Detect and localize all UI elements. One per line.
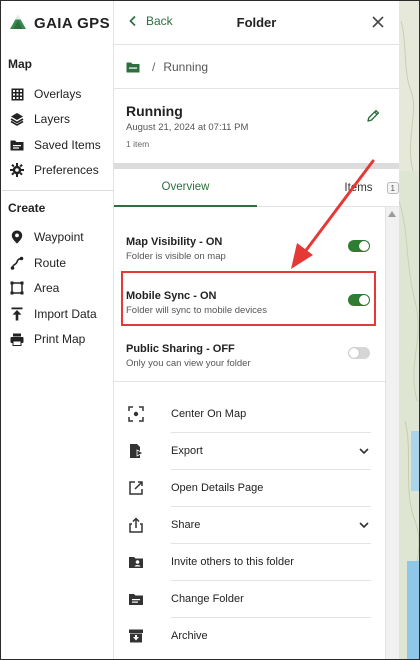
sidebar-item-label: Saved Items [34, 138, 101, 152]
sidebar-item-print-map[interactable]: Print Map [10, 329, 110, 349]
folder-tabs: Overview Items 1 [114, 169, 399, 207]
chevron-down-icon [359, 448, 369, 455]
sidebar-item-saved-items[interactable]: Saved Items [10, 135, 110, 155]
action-center-on-map[interactable]: Center On Map [114, 396, 385, 433]
folder-name: Running [126, 103, 183, 119]
actions-divider [114, 381, 385, 382]
action-share[interactable]: Share [114, 507, 385, 544]
waypoint-pin-icon [10, 230, 24, 244]
action-label: Share [171, 519, 201, 531]
folder-icon [129, 594, 143, 605]
panel-header: Back Folder [114, 1, 399, 45]
scroll-up-arrow-icon[interactable] [388, 211, 396, 217]
sidebar-item-import-data[interactable]: Import Data [10, 304, 110, 324]
export-icon [130, 444, 144, 458]
app-logo[interactable]: GAIA GPS [8, 11, 110, 35]
public-sharing-toggle[interactable] [348, 347, 370, 359]
create-section-heading: Create [8, 201, 46, 215]
sidebar-item-route[interactable]: Route [10, 253, 110, 273]
setting-title: Map Visibility - ON [126, 236, 223, 248]
map-canvas[interactable] [399, 1, 419, 659]
brand-name: GAIA GPS [34, 14, 110, 32]
chevron-down-icon [359, 522, 369, 529]
sidebar-item-preferences[interactable]: Preferences [10, 160, 110, 180]
sidebar-item-area[interactable]: Area [10, 278, 110, 298]
action-change-folder[interactable]: Change Folder [114, 581, 385, 618]
sidebar-item-label: Print Map [34, 332, 86, 346]
sidebar-item-overlays[interactable]: Overlays [10, 84, 110, 104]
sidebar-item-waypoint[interactable]: Waypoint [10, 227, 110, 247]
action-export[interactable]: Export [114, 433, 385, 470]
map-terrain [399, 1, 419, 659]
panel-title: Folder [236, 15, 277, 30]
close-icon[interactable] [370, 14, 386, 30]
app-window: GAIA GPS Map Overlays Layers Saved Items [0, 0, 420, 660]
upload-icon [10, 307, 24, 321]
folder-panel: Back Folder / Running Running August 21,… [114, 1, 399, 659]
items-count-badge: 1 [386, 182, 399, 194]
sidebar-item-label: Overlays [34, 87, 82, 101]
saved-items-icon [10, 138, 24, 152]
sidebar-divider [2, 190, 114, 191]
panel-scrollbar[interactable] [385, 207, 399, 659]
folder-green-icon[interactable] [126, 61, 140, 73]
archive-icon [129, 629, 143, 643]
tab-items[interactable]: Items 1 [257, 169, 399, 207]
layers-icon [10, 112, 24, 126]
action-label: Change Folder [171, 593, 244, 605]
folder-item-count: 1 item [126, 139, 150, 149]
overlays-icon [10, 87, 24, 101]
setting-subtitle: Folder is visible on map [126, 251, 226, 262]
center-focus-icon [128, 406, 144, 422]
left-sidebar: GAIA GPS Map Overlays Layers Saved Items [2, 1, 114, 659]
sidebar-item-label: Waypoint [34, 230, 84, 244]
invite-folder-icon [129, 557, 143, 568]
action-label: Open Details Page [171, 482, 264, 494]
folder-date: August 21, 2024 at 07:11 PM [126, 122, 249, 133]
action-label: Center On Map [171, 408, 247, 420]
setting-map-visibility: Map Visibility - ON Folder is visible on… [114, 229, 385, 273]
pencil-edit-icon[interactable] [365, 108, 381, 124]
sidebar-item-layers[interactable]: Layers [10, 109, 110, 129]
action-label: Export [171, 445, 203, 457]
folder-summary: Running August 21, 2024 at 07:11 PM 1 it… [114, 89, 399, 163]
route-icon [10, 256, 24, 270]
setting-public-sharing: Public Sharing - OFF Only you can view y… [114, 336, 385, 380]
action-archive[interactable]: Archive [114, 618, 385, 655]
sidebar-item-label: Area [34, 281, 60, 295]
printer-icon [10, 332, 24, 346]
breadcrumb: / Running [114, 45, 399, 89]
sidebar-item-label: Layers [34, 112, 71, 126]
mobile-sync-highlight-box [121, 271, 376, 326]
sidebar-item-label: Route [34, 256, 67, 270]
setting-subtitle: Only you can view your folder [126, 358, 251, 369]
breadcrumb-current: Running [163, 59, 209, 74]
action-open-details-page[interactable]: Open Details Page [114, 470, 385, 507]
tab-overview-label: Overview [161, 181, 210, 193]
tab-items-label: Items [344, 182, 373, 194]
map-visibility-toggle[interactable] [348, 240, 370, 252]
sidebar-item-label: Preferences [34, 163, 99, 177]
gear-icon [10, 163, 24, 177]
setting-title: Public Sharing - OFF [126, 343, 235, 355]
action-label: Invite others to this folder [171, 556, 294, 568]
share-icon [129, 517, 143, 533]
action-label: Archive [171, 630, 208, 642]
action-invite-others[interactable]: Invite others to this folder [114, 544, 385, 581]
sidebar-item-label: Import Data [34, 307, 97, 321]
gaia-logo-icon [10, 15, 26, 29]
tab-overview[interactable]: Overview [114, 169, 257, 207]
breadcrumb-separator: / [152, 59, 156, 74]
map-section-heading: Map [8, 57, 32, 71]
open-external-icon [129, 481, 143, 495]
area-icon [10, 281, 24, 295]
